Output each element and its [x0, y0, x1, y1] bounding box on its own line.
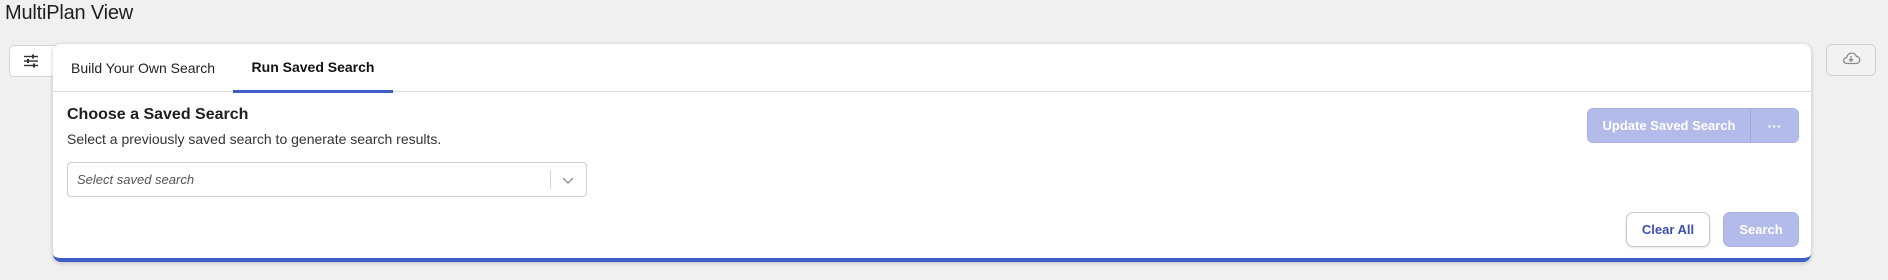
cloud-download-icon — [1841, 50, 1861, 71]
ellipsis-icon: ··· — [1767, 117, 1782, 134]
update-saved-search-button[interactable]: Update Saved Search — [1588, 109, 1751, 142]
search-button[interactable]: Search — [1723, 212, 1799, 247]
tab-bar: Build Your Own Search Run Saved Search — [53, 44, 1811, 93]
cloud-download-button[interactable] — [1826, 44, 1876, 76]
tab-build-your-own-search[interactable]: Build Your Own Search — [53, 44, 233, 92]
sliders-icon — [23, 54, 39, 73]
more-options-button[interactable]: ··· — [1751, 109, 1798, 142]
saved-search-select[interactable]: Select saved search — [67, 162, 587, 197]
update-saved-search-group: Update Saved Search ··· — [1587, 108, 1799, 143]
section-description: Select a previously saved search to gene… — [67, 131, 442, 147]
select-divider — [550, 170, 551, 189]
search-panel: Build Your Own Search Run Saved Search C… — [53, 44, 1811, 262]
chevron-down-icon[interactable] — [560, 172, 576, 188]
section-title: Choose a Saved Search — [67, 106, 249, 123]
tab-run-saved-search[interactable]: Run Saved Search — [233, 44, 393, 93]
page-root: MultiPlan View Build Your Own Search Run… — [0, 0, 1888, 280]
saved-search-placeholder: Select saved search — [77, 172, 195, 187]
page-title: MultiPlan View — [5, 2, 134, 24]
clear-all-button[interactable]: Clear All — [1626, 212, 1710, 247]
